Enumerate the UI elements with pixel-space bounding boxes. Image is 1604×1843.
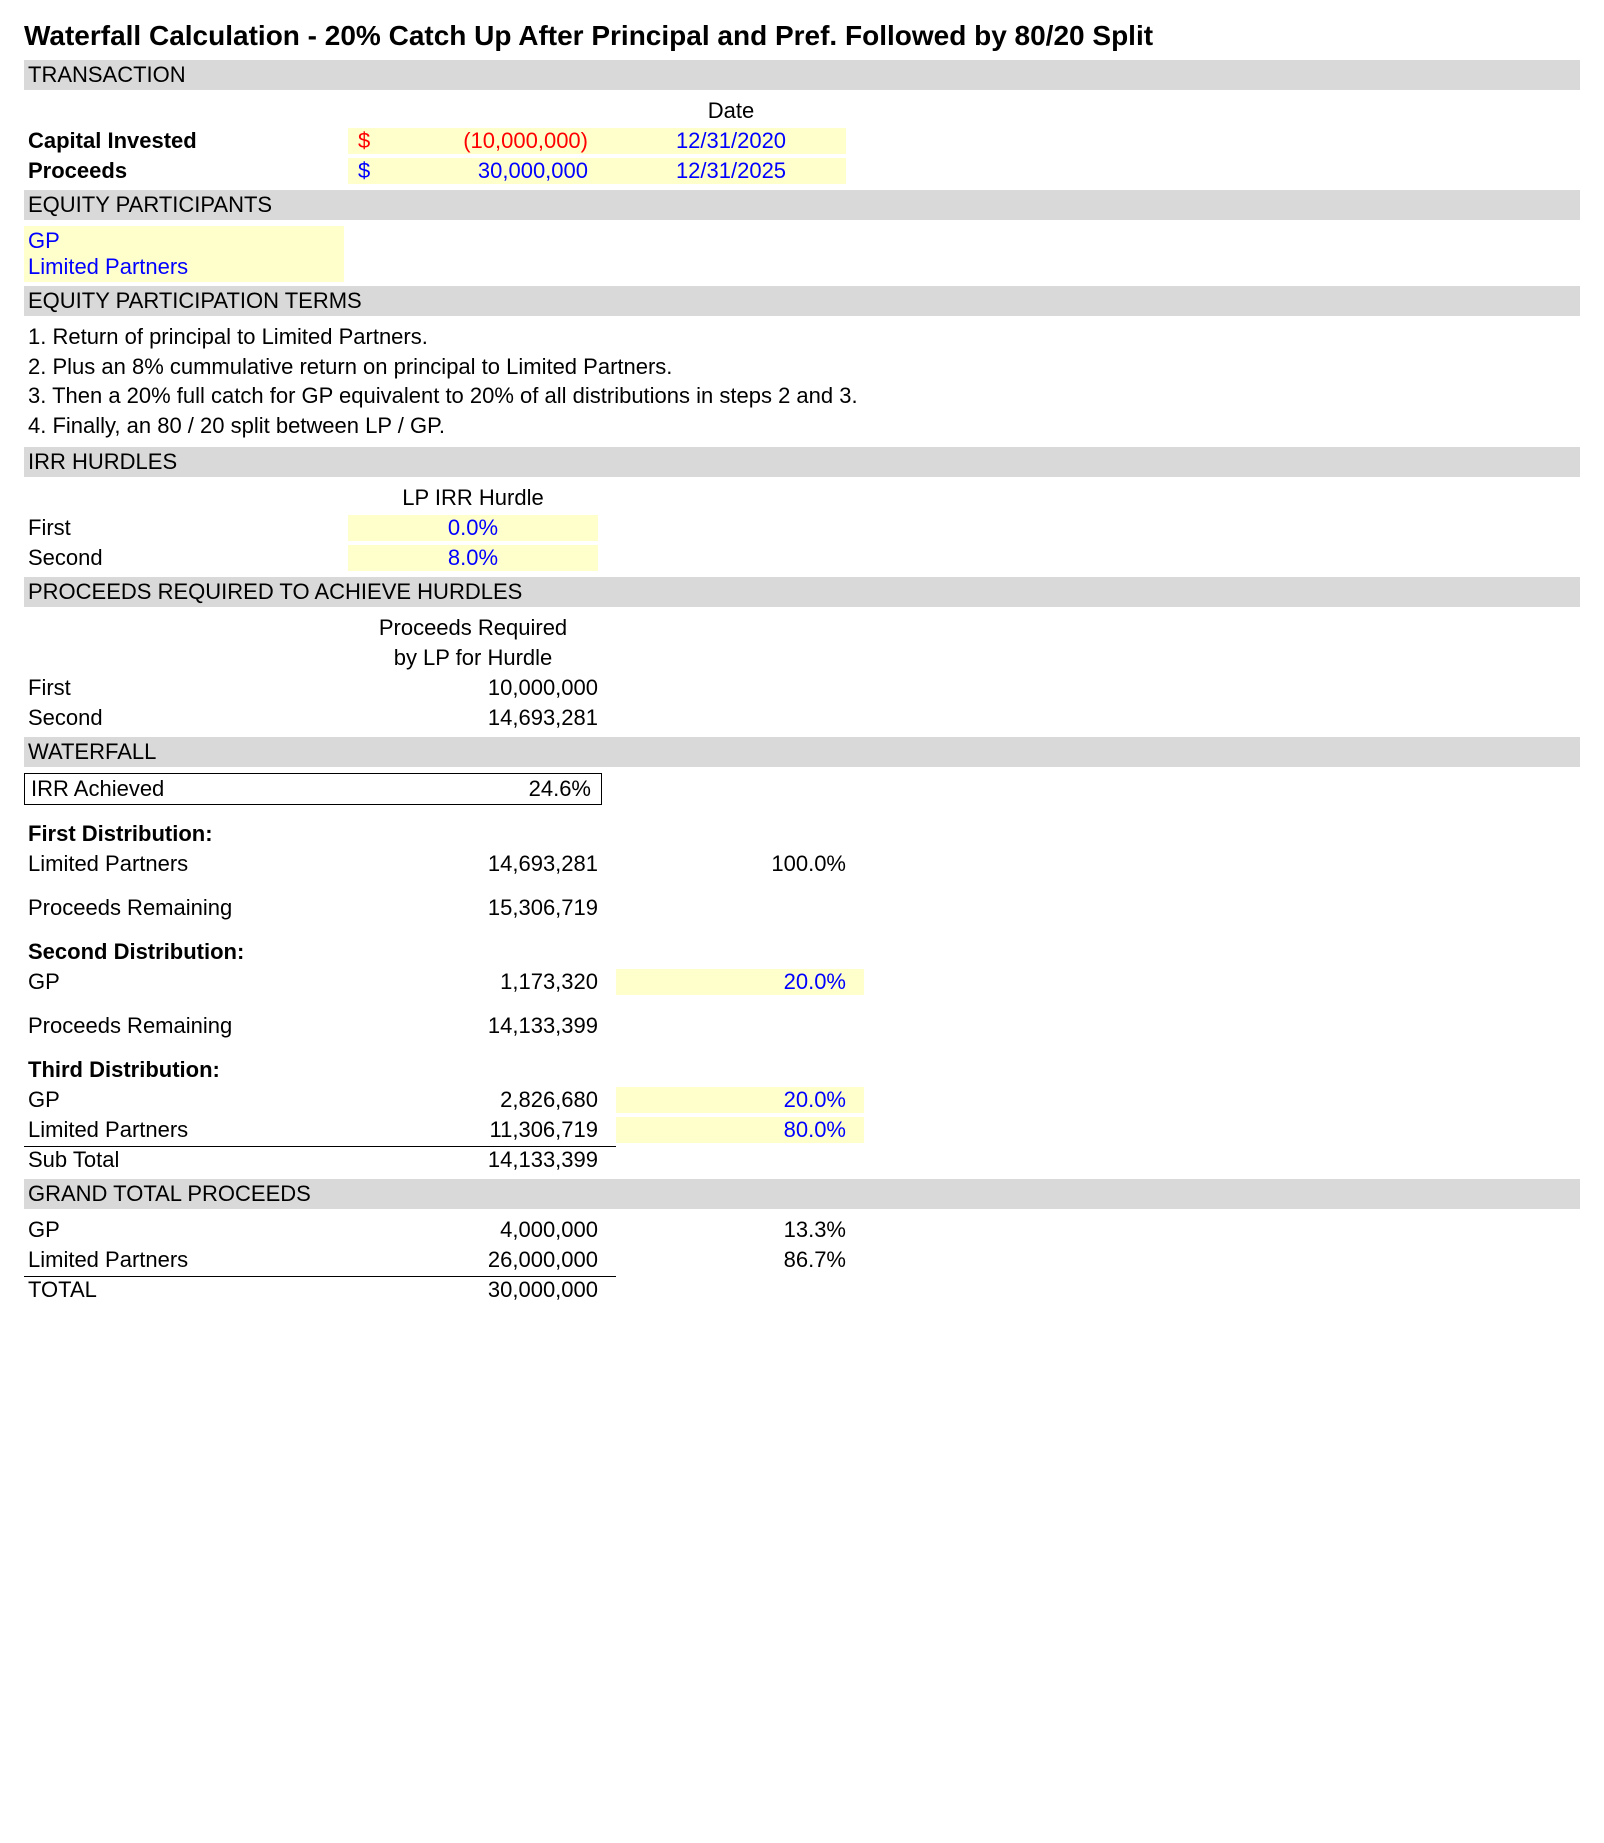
dist1-lp-pct: 100.0% [616,851,864,877]
section-participants: EQUITY PARTICIPANTS [24,190,1580,220]
proceeds-req-first-value: 10,000,000 [348,675,616,701]
hurdle-first-value: 0.0% [348,515,598,541]
section-hurdles: IRR HURDLES [24,447,1580,477]
remain1-value: 15,306,719 [348,895,616,921]
gt-lp-amount: 26,000,000 [348,1247,616,1273]
term-1: 1. Return of principal to Limited Partne… [28,322,1580,352]
dist3-lp-pct: 80.0% [616,1117,864,1143]
proceeds-req-second-label: Second [24,705,348,731]
proceeds-req-second-value: 14,693,281 [348,705,616,731]
dist1-title: First Distribution: [24,821,348,847]
dist3-gp-amount: 2,826,680 [348,1087,616,1113]
section-terms: EQUITY PARTICIPATION TERMS [24,286,1580,316]
proceeds-req-first-label: First [24,675,348,701]
gt-total-amount: 30,000,000 [348,1276,616,1303]
dist1-lp-amount: 14,693,281 [348,851,616,877]
date-header: Date [616,98,846,124]
remain1-label: Proceeds Remaining [24,895,348,921]
irr-achieved-value: 24.6% [529,776,591,802]
hurdle-first-label: First [24,515,348,541]
dist3-title: Third Distribution: [24,1057,348,1083]
section-grand-total: GRAND TOTAL PROCEEDS [24,1179,1580,1209]
dist2-gp-amount: 1,173,320 [348,969,616,995]
proceeds-amount: 30,000,000 [478,158,588,184]
dist1-lp-label: Limited Partners [24,851,348,877]
capital-amount: (10,000,000) [463,128,588,154]
hurdle-second-value: 8.0% [348,545,598,571]
term-4: 4. Finally, an 80 / 20 split between LP … [28,411,1580,441]
subtotal-label: Sub Total [24,1146,348,1173]
dist2-title: Second Distribution: [24,939,348,965]
participant-gp: GP [24,226,344,254]
dist2-gp-pct: 20.0% [616,969,864,995]
gt-lp-pct: 86.7% [616,1247,864,1273]
term-3: 3. Then a 20% full catch for GP equivale… [28,381,1580,411]
proceeds-currency-symbol: $ [358,158,370,184]
section-waterfall: WATERFALL [24,737,1580,767]
term-2: 2. Plus an 8% cummulative return on prin… [28,352,1580,382]
dist3-gp-label: GP [24,1087,348,1113]
remain2-value: 14,133,399 [348,1013,616,1039]
hurdle-second-label: Second [24,545,348,571]
subtotal-value: 14,133,399 [348,1146,616,1173]
proceeds-req-header-2: by LP for Hurdle [348,645,598,671]
capital-currency-symbol: $ [358,128,370,154]
gt-gp-amount: 4,000,000 [348,1217,616,1243]
gt-total-label: TOTAL [24,1276,348,1303]
dist3-gp-pct: 20.0% [616,1087,864,1113]
dist3-lp-label: Limited Partners [24,1117,348,1143]
dist3-lp-amount: 11,306,719 [348,1117,616,1143]
proceeds-req-header-1: Proceeds Required [348,615,598,641]
proceeds-date: 12/31/2025 [616,158,846,184]
hurdle-header: LP IRR Hurdle [348,485,598,511]
capital-date: 12/31/2020 [616,128,846,154]
proceeds-label: Proceeds [24,158,348,184]
gt-gp-label: GP [24,1217,348,1243]
section-proceeds-required: PROCEEDS REQUIRED TO ACHIEVE HURDLES [24,577,1580,607]
gt-gp-pct: 13.3% [616,1217,864,1243]
gt-lp-label: Limited Partners [24,1247,348,1273]
section-transaction: TRANSACTION [24,60,1580,90]
capital-invested-label: Capital Invested [24,128,348,154]
page-title: Waterfall Calculation - 20% Catch Up Aft… [24,20,1580,52]
irr-achieved-label: IRR Achieved [31,776,164,802]
remain2-label: Proceeds Remaining [24,1013,348,1039]
dist2-gp-label: GP [24,969,348,995]
participant-lp: Limited Partners [24,254,344,282]
